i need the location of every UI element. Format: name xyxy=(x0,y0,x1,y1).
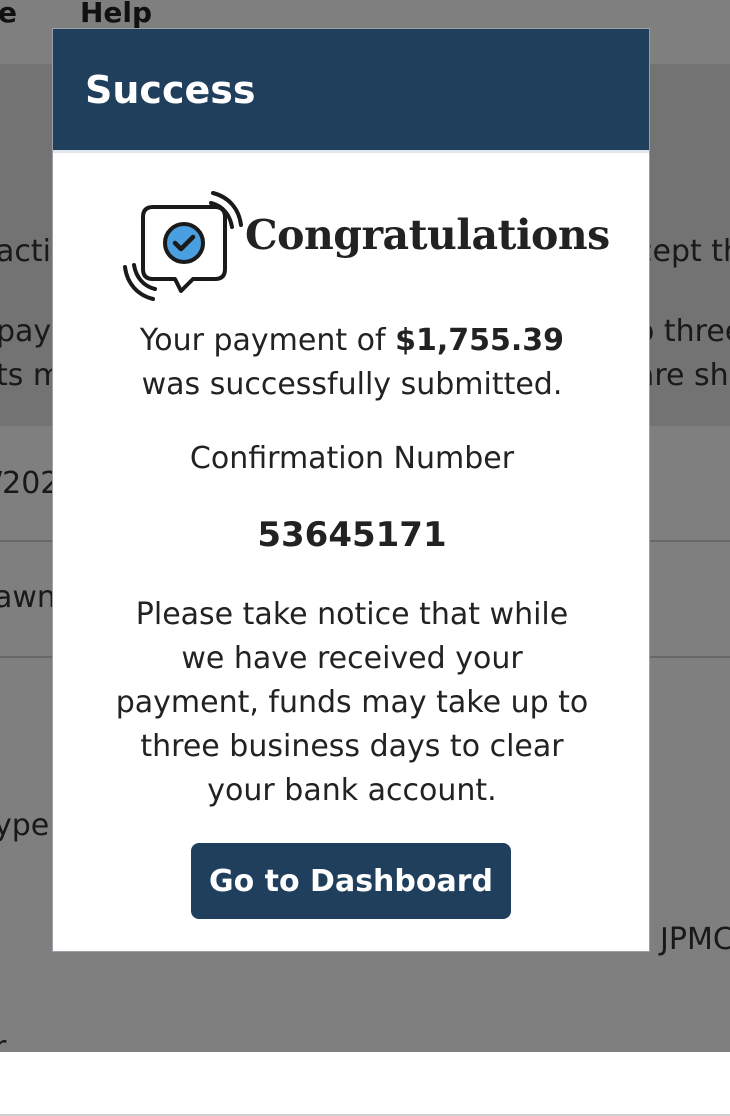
success-modal: Success Congratulations Your payment of … xyxy=(52,28,650,952)
modal-header: Success xyxy=(53,29,649,153)
confirmation-number: 53645171 xyxy=(257,515,447,555)
payment-line-1: Your payment of $1,755.39 xyxy=(53,319,651,363)
notice-line: three business days to clear xyxy=(140,729,564,764)
congratulations-heading: Congratulations xyxy=(245,211,610,259)
notice-line: your bank account. xyxy=(207,773,497,808)
payment-message: Your payment of $1,755.39 was successful… xyxy=(53,319,651,407)
notice-text: Please take notice that while we have re… xyxy=(53,593,651,813)
go-to-dashboard-button[interactable]: Go to Dashboard xyxy=(191,843,511,919)
notice-line: Please take notice that while xyxy=(135,597,569,632)
payment-amount: $1,755.39 xyxy=(395,323,565,358)
payment-line-2: was successfully submitted. xyxy=(141,367,563,402)
notice-line: we have received your xyxy=(181,641,523,676)
modal-title: Success xyxy=(85,67,256,112)
message-check-signal-icon xyxy=(123,191,243,301)
confirmation-label: Confirmation Number xyxy=(189,441,515,476)
congratulations-banner: Congratulations xyxy=(119,185,610,305)
notice-line: payment, funds may take up to xyxy=(115,685,589,720)
payment-prefix: Your payment of xyxy=(139,323,396,358)
